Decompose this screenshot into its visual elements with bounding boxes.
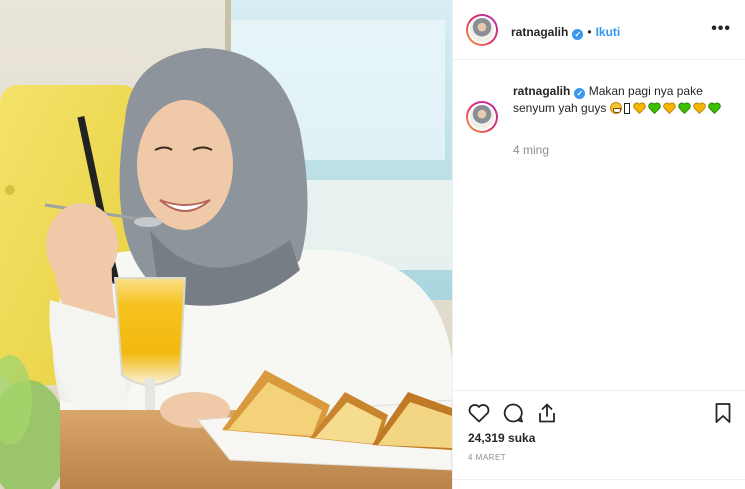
post-photo[interactable] — [0, 0, 452, 489]
caption-username[interactable]: ratnagalih — [513, 84, 570, 98]
follow-button[interactable]: Ikuti — [596, 25, 621, 39]
yellow-heart-icon — [663, 102, 676, 114]
header-username[interactable]: ratnagalih — [511, 25, 568, 39]
yellow-heart-icon — [633, 102, 646, 114]
header-user-line: ratnagalih ✓ • Ikuti — [511, 23, 620, 41]
comment-icon[interactable] — [501, 401, 525, 425]
post-side-panel: ratnagalih ✓ • Ikuti ••• ratnagalih ✓ Makan … — [452, 0, 745, 489]
caption: ratnagalih ✓ Makan pagi nya pake senyum y… — [513, 83, 728, 117]
photo-illustration — [0, 0, 452, 489]
verified-badge-icon: ✓ — [574, 88, 586, 99]
instagram-post: ratnagalih ✓ • Ikuti ••• ratnagalih ✓ Makan … — [0, 0, 745, 489]
actions-bar: 24,319 suka 4 MARET — [453, 390, 745, 489]
post-date[interactable]: 4 MARET — [468, 453, 506, 462]
caption-emojis — [609, 101, 723, 115]
bookmark-icon[interactable] — [711, 401, 735, 425]
post-header: ratnagalih ✓ • Ikuti ••• — [453, 0, 745, 60]
avatar[interactable] — [466, 14, 498, 46]
header-separator: • — [587, 25, 592, 39]
caption-avatar[interactable] — [466, 101, 498, 133]
more-options-icon[interactable]: ••• — [711, 20, 731, 38]
divider — [453, 479, 745, 480]
caption-time-ago[interactable]: 4 ming — [513, 143, 549, 157]
yellow-heart-icon — [693, 102, 706, 114]
likes-count[interactable]: 24,319 suka — [468, 431, 535, 445]
green-heart-icon — [708, 102, 721, 114]
green-heart-icon — [678, 102, 691, 114]
missing-glyph-icon — [623, 103, 630, 114]
share-icon[interactable] — [535, 401, 559, 425]
green-heart-icon — [648, 102, 661, 114]
verified-badge-icon: ✓ — [572, 29, 584, 40]
heart-icon[interactable] — [467, 401, 491, 425]
grinning-face-icon — [609, 102, 622, 114]
